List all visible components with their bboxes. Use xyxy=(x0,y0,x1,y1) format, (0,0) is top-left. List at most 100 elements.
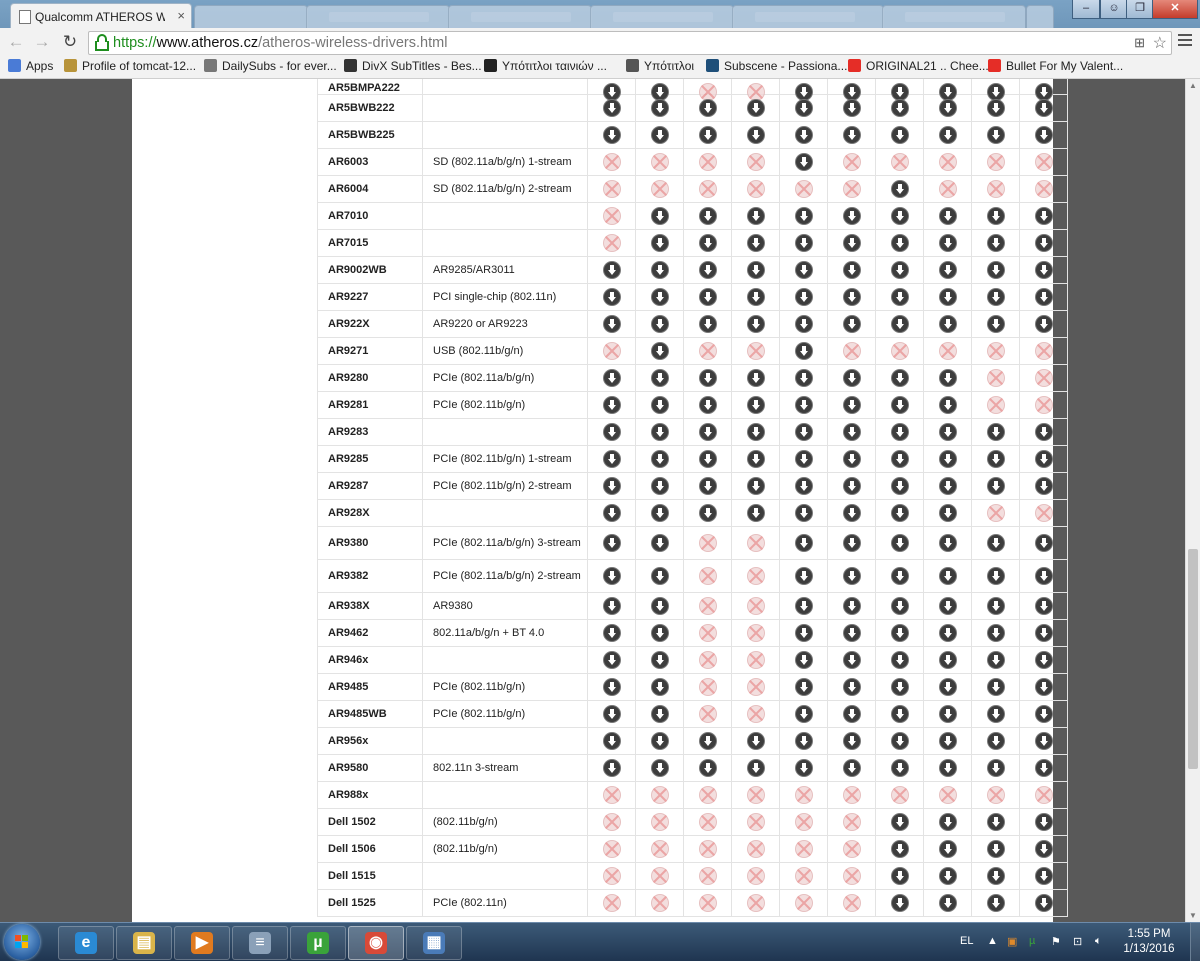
download-icon[interactable] xyxy=(939,652,956,668)
download-icon[interactable] xyxy=(987,868,1004,884)
download-icon[interactable] xyxy=(843,598,860,614)
download-icon[interactable] xyxy=(795,679,812,695)
reload-icon[interactable]: ↻ xyxy=(60,32,80,52)
download-icon[interactable] xyxy=(1035,733,1052,749)
download-icon[interactable] xyxy=(699,760,716,776)
download-icon[interactable] xyxy=(651,370,668,386)
download-icon[interactable] xyxy=(987,814,1004,830)
download-icon[interactable] xyxy=(651,451,668,467)
download-icon[interactable] xyxy=(939,625,956,641)
download-icon[interactable] xyxy=(603,478,620,494)
clock[interactable]: 1:55 PM 1/13/2016 xyxy=(1112,927,1186,957)
download-icon[interactable] xyxy=(891,679,908,695)
bookmark-item[interactable]: Υπότιτλοι ταινιών ... xyxy=(484,59,607,73)
download-icon[interactable] xyxy=(843,733,860,749)
download-icon[interactable] xyxy=(891,868,908,884)
close-window-button[interactable]: ✕ xyxy=(1152,0,1198,19)
download-icon[interactable] xyxy=(843,127,860,143)
tab-inactive[interactable] xyxy=(306,5,450,28)
back-icon[interactable]: ← xyxy=(6,32,26,52)
address-bar[interactable]: https://www.atheros.cz/atheros-wireless-… xyxy=(88,31,1172,55)
download-icon[interactable] xyxy=(891,127,908,143)
download-icon[interactable] xyxy=(1035,289,1052,305)
download-icon[interactable] xyxy=(795,478,812,494)
download-icon[interactable] xyxy=(891,895,908,911)
download-icon[interactable] xyxy=(603,733,620,749)
download-icon[interactable] xyxy=(699,289,716,305)
download-icon[interactable] xyxy=(1035,895,1052,911)
download-icon[interactable] xyxy=(699,424,716,440)
download-icon[interactable] xyxy=(939,598,956,614)
download-icon[interactable] xyxy=(987,235,1004,251)
download-icon[interactable] xyxy=(987,733,1004,749)
download-icon[interactable] xyxy=(603,652,620,668)
download-icon[interactable] xyxy=(843,397,860,413)
download-icon[interactable] xyxy=(795,568,812,584)
download-icon[interactable] xyxy=(891,814,908,830)
download-icon[interactable] xyxy=(795,235,812,251)
download-icon[interactable] xyxy=(1035,652,1052,668)
download-icon[interactable] xyxy=(987,598,1004,614)
download-icon[interactable] xyxy=(651,679,668,695)
download-icon[interactable] xyxy=(891,535,908,551)
download-icon[interactable] xyxy=(843,370,860,386)
download-icon[interactable] xyxy=(651,316,668,332)
download-icon[interactable] xyxy=(1035,262,1052,278)
download-icon[interactable] xyxy=(603,289,620,305)
download-icon[interactable] xyxy=(603,84,620,101)
download-icon[interactable] xyxy=(1035,451,1052,467)
user-button[interactable]: ☺ xyxy=(1100,0,1128,19)
download-icon[interactable] xyxy=(1035,841,1052,857)
taskbar-chrome[interactable]: ◉ xyxy=(348,926,404,960)
download-icon[interactable] xyxy=(651,535,668,551)
download-icon[interactable] xyxy=(795,451,812,467)
download-icon[interactable] xyxy=(939,841,956,857)
download-icon[interactable] xyxy=(603,598,620,614)
download-icon[interactable] xyxy=(603,706,620,722)
utorrent-tray-icon[interactable]: µ xyxy=(1029,935,1035,947)
download-icon[interactable] xyxy=(1035,868,1052,884)
scroll-down-icon[interactable]: ▼ xyxy=(1189,911,1197,920)
download-icon[interactable] xyxy=(747,733,764,749)
download-icon[interactable] xyxy=(891,505,908,521)
download-icon[interactable] xyxy=(795,598,812,614)
download-icon[interactable] xyxy=(795,535,812,551)
bookmark-item[interactable]: Υπότιτλοι xyxy=(626,59,694,73)
download-icon[interactable] xyxy=(939,868,956,884)
show-desktop-button[interactable] xyxy=(1190,923,1200,961)
download-icon[interactable] xyxy=(699,451,716,467)
download-icon[interactable] xyxy=(651,478,668,494)
download-icon[interactable] xyxy=(939,100,956,116)
taskbar-notepad-app[interactable]: ≡ xyxy=(232,926,288,960)
download-icon[interactable] xyxy=(651,598,668,614)
download-icon[interactable] xyxy=(987,652,1004,668)
taskbar-internet-explorer[interactable]: e xyxy=(58,926,114,960)
download-icon[interactable] xyxy=(939,814,956,830)
download-icon[interactable] xyxy=(1035,598,1052,614)
download-icon[interactable] xyxy=(891,625,908,641)
bookmark-item[interactable]: DivX SubTitles - Bes... xyxy=(344,59,482,73)
download-icon[interactable] xyxy=(651,625,668,641)
download-icon[interactable] xyxy=(795,84,812,101)
download-icon[interactable] xyxy=(939,316,956,332)
download-icon[interactable] xyxy=(795,100,812,116)
download-icon[interactable] xyxy=(939,208,956,224)
close-tab-icon[interactable]: × xyxy=(177,8,185,23)
translate-icon[interactable]: ⊞ xyxy=(1134,35,1145,51)
bookmark-item[interactable]: Subscene - Passiona... xyxy=(706,59,847,73)
start-button[interactable] xyxy=(4,924,40,960)
download-icon[interactable] xyxy=(1035,760,1052,776)
download-icon[interactable] xyxy=(987,100,1004,116)
download-icon[interactable] xyxy=(651,652,668,668)
download-icon[interactable] xyxy=(651,235,668,251)
download-icon[interactable] xyxy=(987,535,1004,551)
download-icon[interactable] xyxy=(1035,235,1052,251)
download-icon[interactable] xyxy=(939,679,956,695)
download-icon[interactable] xyxy=(939,535,956,551)
download-icon[interactable] xyxy=(987,424,1004,440)
download-icon[interactable] xyxy=(891,733,908,749)
download-icon[interactable] xyxy=(843,706,860,722)
download-icon[interactable] xyxy=(987,451,1004,467)
download-icon[interactable] xyxy=(891,478,908,494)
download-icon[interactable] xyxy=(939,370,956,386)
